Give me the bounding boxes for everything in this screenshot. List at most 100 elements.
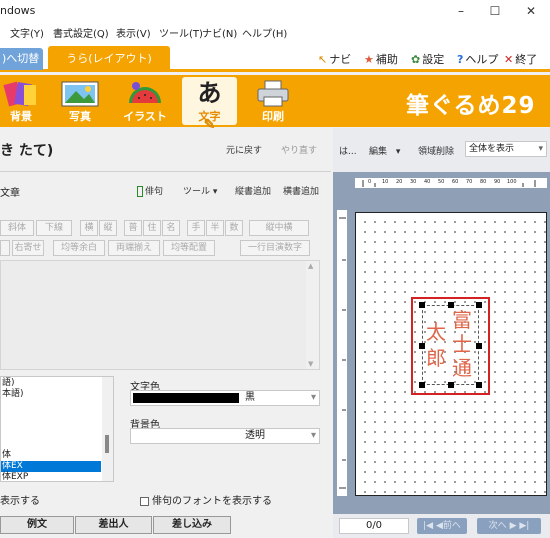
exit-link[interactable]: ✕ 終了 (504, 51, 537, 67)
font-list-scrollbar[interactable] (102, 377, 113, 481)
ruler-mark: 40 (424, 179, 431, 185)
menu-help[interactable]: ヘルプ(H) (242, 25, 287, 40)
name-button[interactable]: 名 (162, 220, 180, 236)
resize-handle[interactable] (448, 302, 454, 308)
ruler-mark: 60 (452, 179, 459, 185)
half-width-button[interactable]: 半 (206, 220, 224, 236)
first-line-kanji-button[interactable]: 一行目演数字 (240, 240, 310, 256)
next-page-button[interactable]: 次へ ▶ ▶| (477, 518, 541, 534)
redo-button[interactable]: やり直す (281, 143, 317, 156)
next-icon: ▶ (509, 521, 517, 531)
ribbon-photo-label: 写真 (69, 110, 91, 123)
ruler-mark: 0 (368, 179, 372, 185)
ribbon-print-button[interactable]: 印刷 (248, 77, 298, 125)
show-haiku-font-checkbox[interactable]: 俳句のフォントを表示する (140, 492, 272, 507)
minimize-button[interactable]: – (444, 0, 478, 22)
font-list[interactable]: 語) 本語) 体 体EX 体EXP (0, 376, 114, 482)
printer-icon (257, 80, 289, 107)
textarea-scrollbar[interactable]: ▲ ▼ (306, 261, 319, 369)
ribbon-text-button[interactable]: あ✎ 文字 (182, 77, 237, 133)
horizontal-ruler: 0 10 20 30 40 50 60 70 80 90 100 (355, 178, 547, 188)
vertical-button[interactable]: 縦 (99, 220, 117, 236)
resize-handle[interactable] (476, 302, 482, 308)
switch-tab[interactable]: )へ切替 (0, 48, 43, 70)
close-button[interactable]: ✕ (514, 0, 548, 22)
settings-link[interactable]: ✿ 設定 (411, 51, 444, 67)
font-list-item[interactable]: 体EXP (1, 472, 101, 481)
address-button[interactable]: 住 (143, 220, 161, 236)
vtext-char: 太 (426, 320, 446, 344)
menu-format[interactable]: 書式設定(Q) (53, 25, 109, 40)
tab-sender[interactable]: 差出人 (75, 516, 152, 534)
resize-handle[interactable] (419, 382, 425, 388)
edit-label: 編集 (369, 147, 388, 157)
bg-color-select[interactable]: 透明 ▾ (130, 428, 320, 444)
menu-view[interactable]: 表示(V) (116, 25, 151, 40)
maximize-button[interactable]: ☐ (478, 0, 512, 22)
navi-link[interactable]: ↖ ナビ (318, 51, 351, 67)
align-left-button[interactable] (0, 240, 10, 256)
font-list-item[interactable]: 語) (1, 378, 101, 389)
scroll-down-icon[interactable]: ▼ (308, 360, 313, 368)
text-input-area[interactable] (0, 260, 320, 370)
ruler-mark: 90 (494, 179, 501, 185)
scroll-thumb[interactable] (105, 435, 109, 453)
hand-button[interactable]: 手 (187, 220, 205, 236)
vtext-char: 郎 (426, 346, 446, 370)
normal-button[interactable]: 普 (124, 220, 142, 236)
resize-handle[interactable] (476, 382, 482, 388)
color-swatch (133, 393, 239, 403)
ribbon-photo-button[interactable]: 写真 (54, 77, 106, 125)
resize-handle[interactable] (419, 302, 425, 308)
resize-handle[interactable] (419, 343, 425, 349)
tools-dropdown[interactable]: ツール ▾ (183, 184, 217, 197)
exit-label: 終了 (515, 53, 538, 66)
show-checkbox-label[interactable]: 表示する (0, 492, 40, 507)
layout-tab[interactable]: うら(レイアウト) (48, 46, 170, 72)
number-button[interactable]: 数 (225, 220, 243, 236)
last-page-icon: ▶| (519, 521, 530, 531)
horizontal-button[interactable]: 横 (80, 220, 98, 236)
font-list-item-selected[interactable]: 体EX (1, 461, 101, 472)
text-color-select[interactable]: 黒 ▾ (130, 390, 320, 406)
tab-insert[interactable]: 差し込み (153, 516, 231, 534)
font-list-item[interactable]: 本語) (1, 389, 101, 400)
ribbon-background-button[interactable]: 背景 (0, 77, 42, 125)
equal-margin-button[interactable]: 均等余白 (53, 240, 105, 256)
ruler-mark: 30 (410, 179, 417, 185)
justify-button[interactable]: 両端揃え (108, 240, 160, 256)
resize-handle[interactable] (448, 382, 454, 388)
menu-text[interactable]: 文字(Y) (10, 25, 44, 40)
zoom-value: 全体を表示 (469, 144, 515, 154)
scroll-up-icon[interactable]: ▲ (308, 262, 313, 270)
distribute-button[interactable]: 均等配置 (163, 240, 215, 256)
align-right-button[interactable]: 右寄せ (12, 240, 44, 256)
underline-button[interactable]: 下線 (36, 220, 72, 236)
ruler-mark: 80 (480, 179, 487, 185)
delete-area-button[interactable]: 領域削除 (418, 144, 454, 157)
tab-example[interactable]: 例文 (0, 516, 74, 534)
haiku-icon (137, 186, 143, 197)
tate-chu-yoko-button[interactable]: 縦中横 (249, 220, 309, 236)
menu-navi[interactable]: ナビ(N) (202, 25, 237, 40)
tools-label: ツール (183, 187, 211, 197)
checkbox[interactable] (140, 496, 149, 506)
haiku-button[interactable]: 俳句 (137, 184, 163, 197)
font-list-item[interactable]: 体 (1, 450, 101, 461)
prev-page-button[interactable]: |◀ ◀前へ (417, 518, 467, 534)
vtext-char: 通 (452, 356, 472, 380)
ribbon-print-label: 印刷 (262, 110, 284, 123)
hojo-link[interactable]: ★ 補助 (364, 51, 398, 67)
italic-button[interactable]: 斜体 (0, 220, 34, 236)
help-link[interactable]: ? ヘルプ (457, 51, 498, 67)
navi-label: ナビ (329, 53, 352, 66)
add-horizontal-button[interactable]: 横書追加 (283, 184, 319, 197)
edit-dropdown[interactable]: 編集 ▾ (369, 144, 400, 157)
zoom-select[interactable]: 全体を表示 ▾ (465, 141, 547, 157)
vertical-text-object[interactable]: 富 士 通 太 郎 (419, 302, 482, 388)
undo-button[interactable]: 元に戻す (226, 143, 262, 156)
add-vertical-button[interactable]: 縦書追加 (235, 184, 271, 197)
menu-tools[interactable]: ツール(T) (159, 25, 203, 40)
ribbon-illust-button[interactable]: イラスト (119, 77, 171, 125)
resize-handle[interactable] (476, 343, 482, 349)
